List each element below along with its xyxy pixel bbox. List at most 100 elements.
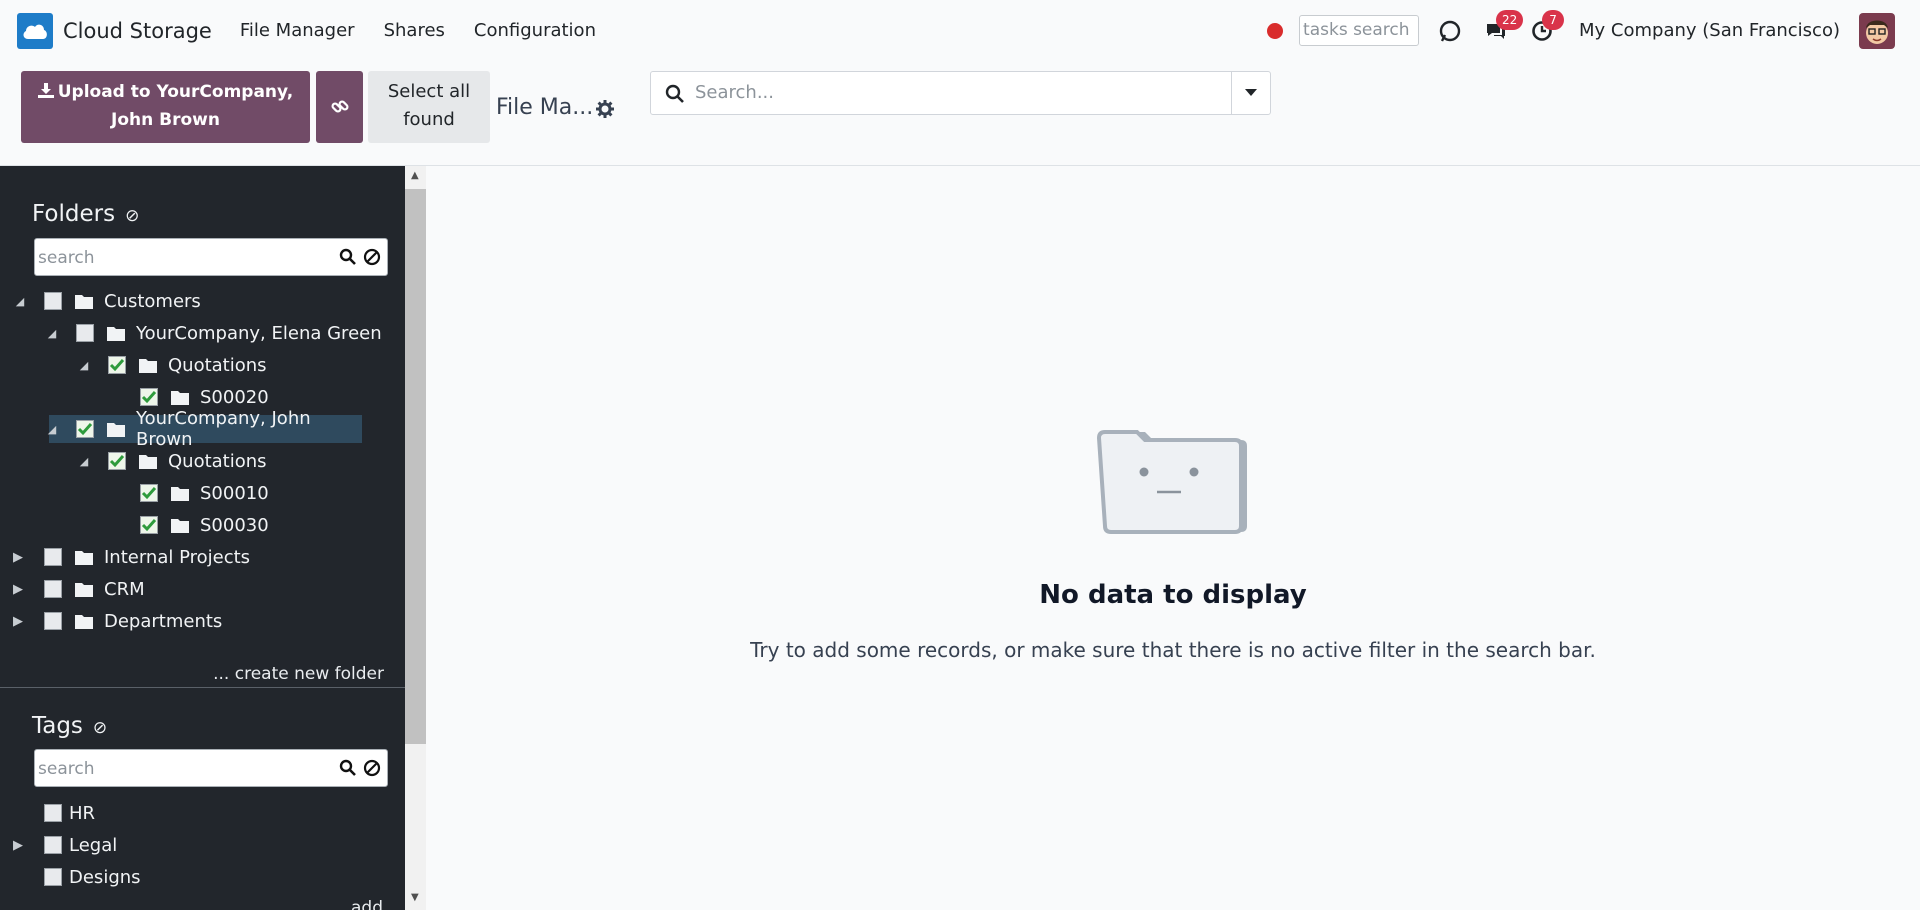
- tag-checkbox[interactable]: [44, 804, 62, 822]
- select-all-found-button[interactable]: Select all found: [368, 71, 490, 143]
- tags-title: Tags: [32, 713, 83, 739]
- folder-node-customers[interactable]: ◢ Customers: [15, 287, 201, 315]
- clear-search-icon[interactable]: [363, 248, 381, 266]
- empty-state-title: No data to display: [1039, 580, 1307, 610]
- scroll-down-arrow-icon[interactable]: ▼: [411, 892, 419, 903]
- expand-caret-icon[interactable]: ▶: [13, 831, 23, 859]
- folder-checkbox-checked[interactable]: [108, 356, 126, 374]
- folder-checkbox-checked[interactable]: [140, 388, 158, 406]
- messages-icon[interactable]: 22: [1481, 9, 1524, 46]
- cloud-logo-icon: [17, 12, 53, 49]
- tag-checkbox[interactable]: [44, 836, 62, 854]
- app-brand[interactable]: Cloud Storage: [17, 12, 212, 49]
- folder-node-crm[interactable]: ▶ CRM: [13, 575, 145, 603]
- folder-checkbox-checked[interactable]: [108, 452, 126, 470]
- folder-node-quotations[interactable]: ◢ Quotations: [79, 447, 267, 475]
- navbar-systray: tasks search 22 7 My Company (San Franci…: [1267, 0, 1920, 61]
- collapse-caret-icon[interactable]: ◢: [79, 447, 89, 475]
- expand-caret-icon[interactable]: ▶: [13, 607, 23, 635]
- add-tag-link[interactable]: add: [351, 898, 383, 910]
- collapse-caret-icon[interactable]: ◢: [47, 319, 57, 347]
- folder-label: YourCompany, Elena Green: [136, 322, 382, 344]
- folder-node-departments[interactable]: ▶ Departments: [13, 607, 223, 635]
- search-icon[interactable]: [339, 248, 357, 266]
- sidebar-divider: [0, 687, 405, 688]
- folder-label: Internal Projects: [104, 546, 251, 568]
- tag-node-designs[interactable]: Designs: [17, 863, 141, 891]
- control-panel: Upload to YourCompany, John Brown Select…: [0, 61, 1920, 166]
- sidebar-scrollbar-thumb[interactable]: [405, 189, 426, 744]
- top-navbar: Cloud Storage File Manager Shares Config…: [0, 0, 1920, 61]
- activities-count-badge: 7: [1542, 9, 1565, 30]
- activities-icon[interactable]: 7: [1527, 9, 1565, 46]
- folder-checkbox-checked[interactable]: [76, 420, 94, 438]
- tags-search-input[interactable]: search: [38, 759, 94, 779]
- tag-node-hr[interactable]: HR: [17, 799, 95, 827]
- menu-configuration[interactable]: Configuration: [474, 20, 596, 41]
- folder-node-s00030[interactable]: S00030: [113, 511, 269, 539]
- folder-node-john-brown[interactable]: ◢ YourCompany, John Brown: [47, 408, 362, 450]
- company-switcher[interactable]: My Company (San Francisco): [1579, 20, 1840, 41]
- folder-checkbox-checked[interactable]: [140, 484, 158, 502]
- folder-node-s00010[interactable]: S00010: [113, 479, 269, 507]
- status-dot-icon[interactable]: [1267, 22, 1284, 39]
- link-icon: [330, 100, 349, 113]
- search-icon[interactable]: [339, 759, 357, 777]
- folder-label: YourCompany, John Brown: [136, 408, 311, 450]
- expand-caret-icon[interactable]: ▶: [13, 575, 23, 603]
- empty-state-hint: Try to add some records, or make sure th…: [750, 638, 1596, 662]
- search-input[interactable]: Search...: [695, 82, 774, 103]
- tag-checkbox[interactable]: [44, 868, 62, 886]
- folder-node-elena-green[interactable]: ◢ YourCompany, Elena Green: [47, 319, 382, 347]
- create-folder-link[interactable]: ... create new folder: [213, 664, 384, 684]
- collapse-caret-icon[interactable]: ◢: [47, 415, 57, 443]
- folders-search-field[interactable]: search: [34, 238, 388, 276]
- clear-search-icon[interactable]: [363, 759, 381, 777]
- search-bar[interactable]: Search...: [650, 71, 1271, 115]
- folders-title: Folders: [32, 201, 116, 227]
- share-link-button[interactable]: [316, 71, 363, 143]
- folder-node-s00020[interactable]: S00020: [113, 383, 269, 411]
- folder-node-internal-projects[interactable]: ▶ Internal Projects: [13, 543, 251, 571]
- folder-label: S00010: [200, 482, 269, 504]
- discuss-icon[interactable]: [1435, 16, 1465, 46]
- folder-checkbox[interactable]: [44, 292, 62, 310]
- menu-shares[interactable]: Shares: [384, 20, 445, 41]
- tag-label: Designs: [69, 866, 141, 888]
- folder-checkbox[interactable]: [44, 580, 62, 598]
- folder-label: S00030: [200, 514, 269, 536]
- folder-icon: [75, 294, 93, 309]
- folder-label: Quotations: [168, 354, 267, 376]
- breadcrumb: File Ma...: [496, 95, 594, 120]
- clear-folders-icon[interactable]: ⊘: [125, 206, 139, 226]
- folder-icon: [75, 614, 93, 629]
- folder-icon: [171, 486, 189, 501]
- folder-node-quotations[interactable]: ◢ Quotations: [79, 351, 267, 379]
- folder-checkbox-checked[interactable]: [140, 516, 158, 534]
- tag-label: Legal: [69, 834, 118, 856]
- menu-file-manager[interactable]: File Manager: [240, 20, 355, 41]
- folder-icon: [107, 422, 125, 437]
- collapse-caret-icon[interactable]: ◢: [15, 287, 25, 315]
- gear-icon[interactable]: [596, 100, 614, 122]
- search-icon: [665, 84, 685, 108]
- folder-checkbox[interactable]: [44, 548, 62, 566]
- user-avatar[interactable]: [1859, 12, 1895, 49]
- expand-caret-icon[interactable]: ▶: [13, 543, 23, 571]
- search-options-toggle[interactable]: [1231, 72, 1270, 114]
- collapse-caret-icon[interactable]: ◢: [79, 351, 89, 379]
- folder-checkbox[interactable]: [44, 612, 62, 630]
- upload-button[interactable]: Upload to YourCompany, John Brown: [21, 71, 310, 143]
- folder-icon: [107, 326, 125, 341]
- clear-tags-icon[interactable]: ⊘: [93, 718, 107, 738]
- tags-search-field[interactable]: search: [34, 749, 388, 787]
- folders-header: Folders ⊘: [32, 201, 139, 227]
- tag-node-legal[interactable]: ▶ Legal: [13, 831, 118, 859]
- folder-checkbox[interactable]: [76, 324, 94, 342]
- folders-search-input[interactable]: search: [38, 248, 94, 268]
- folder-label: CRM: [104, 578, 145, 600]
- messages-count-badge: 22: [1496, 9, 1524, 30]
- scroll-up-arrow-icon[interactable]: ▲: [411, 170, 419, 181]
- tasks-search-input[interactable]: tasks search: [1299, 15, 1420, 46]
- folder-label: Departments: [104, 610, 223, 632]
